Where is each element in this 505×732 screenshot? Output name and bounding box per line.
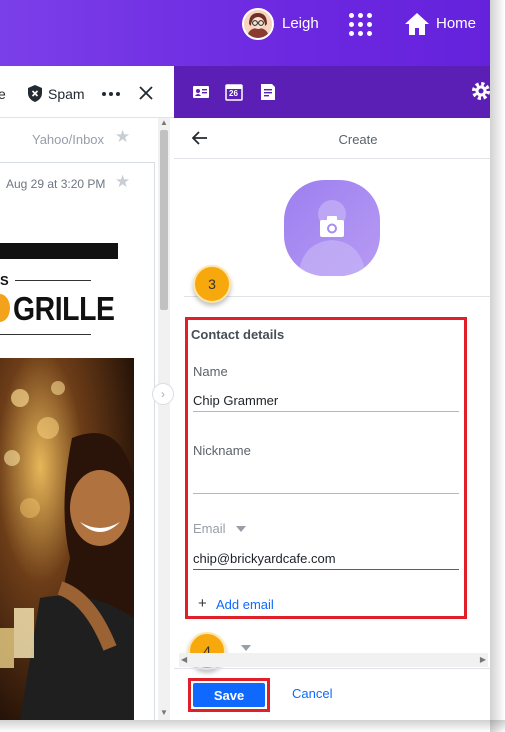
message-date: Aug 29 at 3:20 PM bbox=[6, 177, 106, 191]
contact-create-panel: 26 Create 3 Contact details Name Chip Gr… bbox=[174, 66, 490, 720]
divider bbox=[184, 296, 490, 297]
user-name[interactable]: Leigh bbox=[282, 15, 319, 32]
home-icon[interactable] bbox=[404, 11, 430, 37]
spam-shield-icon[interactable] bbox=[27, 85, 43, 102]
mail-scrollbar[interactable]: ▲ ▼ bbox=[158, 118, 170, 720]
apps-grid-icon[interactable] bbox=[349, 13, 373, 37]
scroll-left-arrow-icon[interactable]: ◀ bbox=[181, 655, 187, 664]
spam-button[interactable]: Spam bbox=[48, 86, 85, 102]
screenshot-shadow bbox=[490, 0, 505, 732]
top-header-bar: Leigh Home bbox=[0, 0, 490, 66]
create-title-bar: Create bbox=[174, 118, 490, 159]
close-icon[interactable] bbox=[139, 86, 153, 100]
avatar[interactable] bbox=[242, 8, 274, 40]
chevron-down-icon[interactable] bbox=[236, 526, 246, 532]
logo-prefix: S bbox=[0, 273, 9, 288]
add-email-link[interactable]: Add email bbox=[216, 597, 274, 612]
scroll-up-arrow-icon[interactable]: ▲ bbox=[160, 118, 168, 127]
panel-header-bar: 26 bbox=[174, 66, 490, 118]
scroll-right-arrow-icon[interactable]: ▶ bbox=[480, 655, 486, 664]
section-heading: Contact details bbox=[191, 327, 285, 342]
star-icon[interactable]: ★ bbox=[115, 127, 130, 147]
cancel-button[interactable]: Cancel bbox=[292, 686, 332, 701]
save-button[interactable]: Save bbox=[193, 683, 265, 707]
plus-icon[interactable]: + bbox=[198, 595, 207, 612]
gear-icon[interactable] bbox=[470, 80, 492, 102]
horizontal-scrollbar[interactable]: ◀ ▶ bbox=[179, 653, 488, 667]
nickname-label: Nickname bbox=[193, 443, 251, 458]
mail-reading-pane: e Spam Yahoo/Inbox ★ Aug 29 at 3:20 PM ★… bbox=[0, 66, 174, 720]
logo-divider bbox=[0, 334, 91, 335]
add-photo-avatar[interactable] bbox=[284, 180, 380, 276]
screenshot-shadow bbox=[0, 720, 505, 732]
logo-divider bbox=[15, 280, 91, 281]
logo-text: GRILLE bbox=[13, 290, 115, 327]
contact-card-icon[interactable] bbox=[192, 83, 210, 101]
scroll-thumb[interactable] bbox=[160, 130, 168, 310]
more-icon[interactable] bbox=[102, 92, 122, 97]
promo-photo bbox=[0, 358, 134, 720]
contact-details-highlight bbox=[185, 317, 467, 619]
pane-collapse-handle[interactable]: › bbox=[152, 383, 174, 405]
calendar-icon[interactable]: 26 bbox=[225, 83, 243, 101]
nickname-field[interactable] bbox=[193, 472, 459, 494]
step-callout-3: 3 bbox=[193, 265, 231, 303]
divider bbox=[174, 668, 490, 669]
toolbar-truncated-label[interactable]: e bbox=[0, 86, 6, 102]
name-field[interactable] bbox=[193, 390, 459, 412]
mail-toolbar: e Spam bbox=[0, 66, 174, 118]
email-field[interactable] bbox=[193, 548, 459, 570]
email-type-label[interactable]: Email bbox=[193, 521, 226, 536]
chevron-down-icon[interactable] bbox=[241, 645, 251, 651]
logo-top-bar bbox=[0, 243, 118, 259]
panel-title: Create bbox=[338, 132, 378, 147]
notepad-icon[interactable] bbox=[259, 83, 277, 101]
calendar-day: 26 bbox=[229, 89, 238, 98]
star-icon[interactable]: ★ bbox=[115, 172, 130, 192]
scroll-down-arrow-icon[interactable]: ▼ bbox=[160, 708, 168, 717]
name-label: Name bbox=[193, 364, 228, 379]
home-link[interactable]: Home bbox=[436, 15, 476, 32]
folder-breadcrumb[interactable]: Yahoo/Inbox bbox=[32, 132, 104, 147]
